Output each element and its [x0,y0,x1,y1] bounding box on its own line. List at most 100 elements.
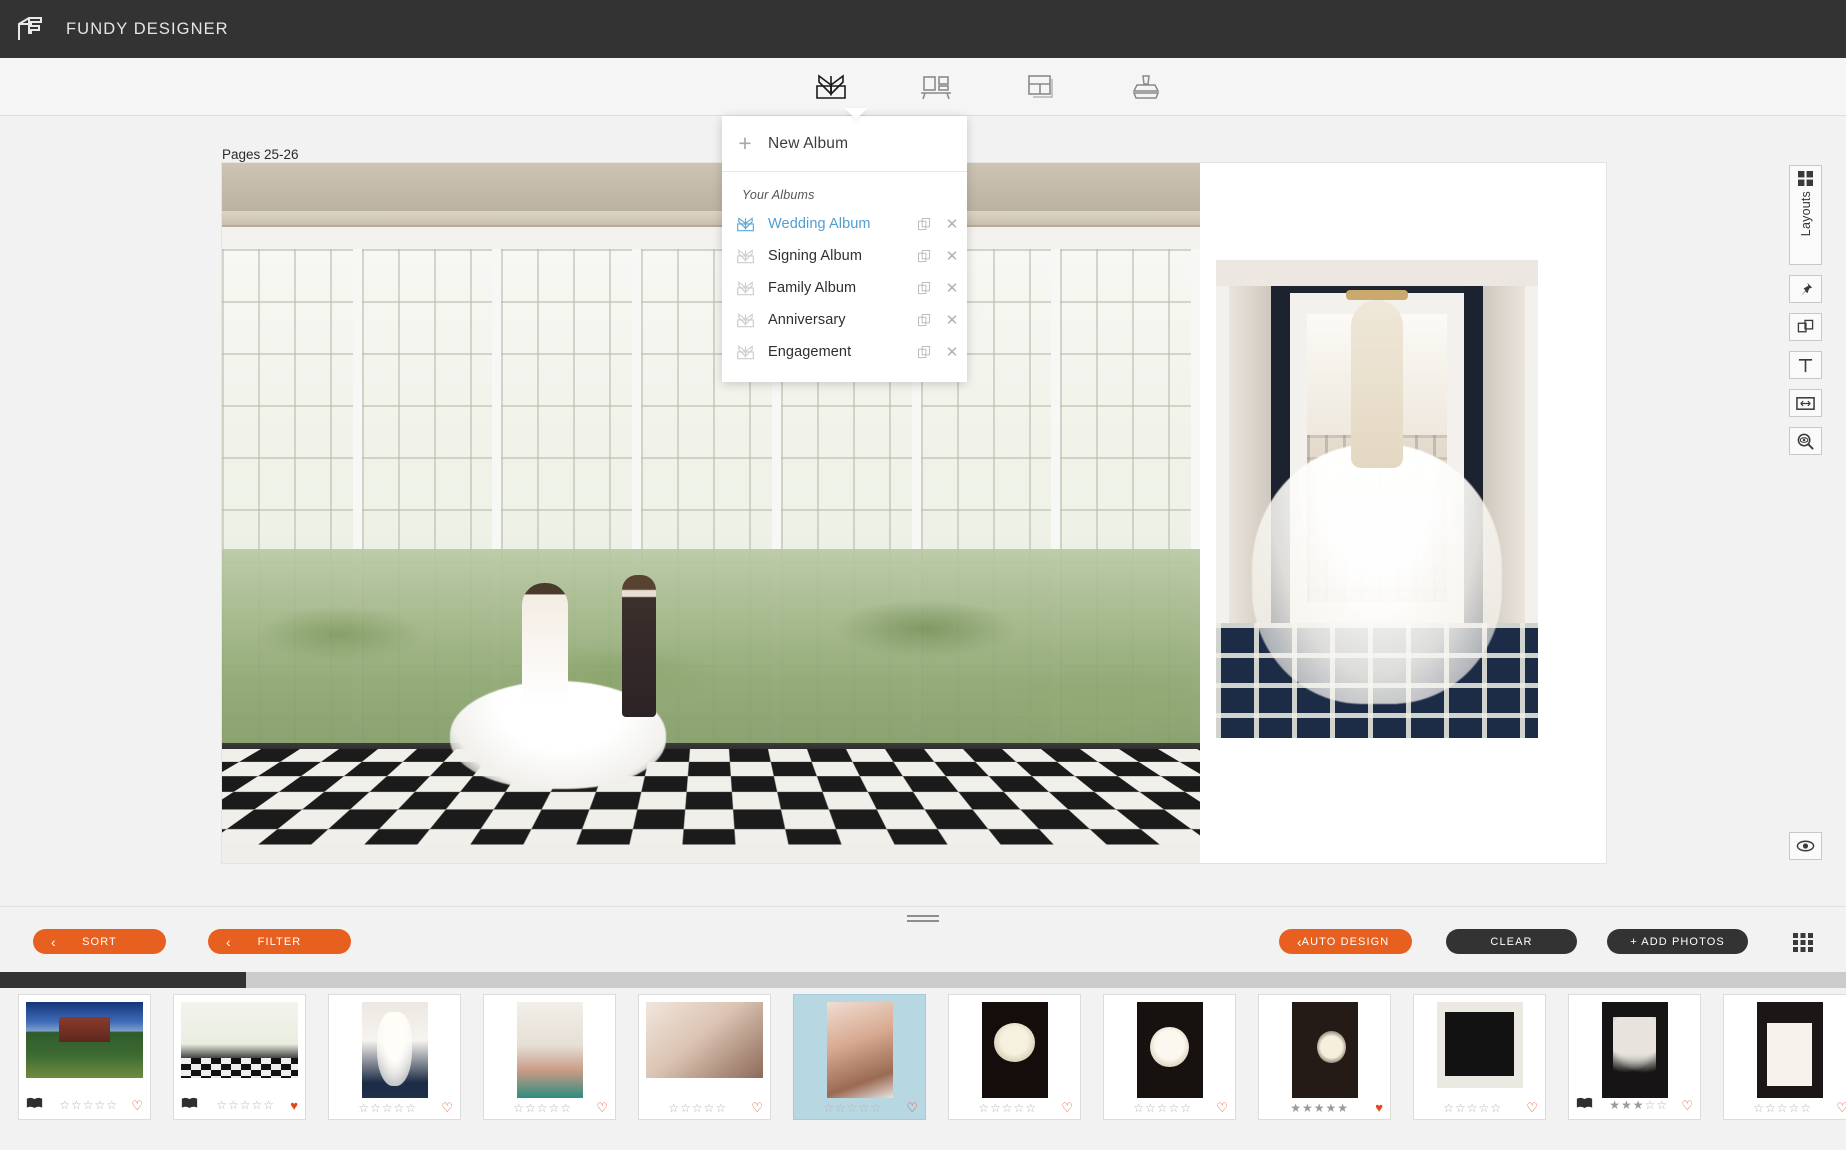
star-rating[interactable]: ☆ ☆ ☆ ☆ ☆ [1111,1102,1213,1114]
star-filled-icon[interactable]: ★ [1326,1102,1337,1114]
layouts-panel-button[interactable]: Layouts [1789,165,1822,265]
star-empty-icon[interactable]: ☆ [252,1099,263,1111]
photo-bride-and-groom-in-sunroom[interactable] [222,163,1200,863]
star-empty-icon[interactable]: ☆ [1025,1102,1036,1114]
heart-empty-icon[interactable]: ♡ [751,1101,763,1114]
sort-button[interactable]: ‹ SORT [33,929,166,954]
star-empty-icon[interactable]: ☆ [1133,1102,1144,1114]
clear-button[interactable]: CLEAR [1446,929,1577,954]
close-icon[interactable]: ✕ [937,343,967,361]
star-rating[interactable]: ☆ ☆ ☆ ☆ ☆ [1421,1102,1523,1114]
thumb-writing[interactable]: ☆ ☆ ☆ ☆ ☆ ♡ [483,994,616,1120]
star-empty-icon[interactable]: ☆ [680,1102,691,1114]
spread-tool[interactable] [1789,389,1822,417]
star-empty-icon[interactable]: ☆ [358,1102,369,1114]
star-empty-icon[interactable]: ☆ [1467,1102,1478,1114]
photo-wedding-dress-hanging-in-window[interactable] [1216,260,1538,738]
star-empty-icon[interactable]: ☆ [1765,1102,1776,1114]
thumb-dress[interactable]: ☆ ☆ ☆ ☆ ☆ ♡ [328,994,461,1120]
pages-tool[interactable] [1016,64,1066,110]
star-empty-icon[interactable]: ☆ [370,1102,381,1114]
album-item-wedding-album[interactable]: Wedding Album ✕ [722,208,967,240]
design-tool[interactable] [911,64,961,110]
heart-empty-icon[interactable]: ♡ [1681,1099,1693,1112]
duplicate-icon[interactable] [911,313,937,327]
star-empty-icon[interactable]: ☆ [405,1102,416,1114]
star-rating[interactable]: ☆ ☆ ☆ ☆ ☆ [1731,1102,1833,1114]
album-item-signing-album[interactable]: Signing Album ✕ [722,240,967,272]
star-empty-icon[interactable]: ☆ [95,1099,106,1111]
star-empty-icon[interactable]: ☆ [1002,1102,1013,1114]
star-empty-icon[interactable]: ☆ [394,1102,405,1114]
star-filled-icon[interactable]: ★ [1337,1102,1348,1114]
star-empty-icon[interactable]: ☆ [823,1102,834,1114]
add-photos-button[interactable]: + ADD PHOTOS [1607,929,1748,954]
star-rating[interactable]: ☆ ☆ ☆ ☆ ☆ [336,1102,438,1114]
star-empty-icon[interactable]: ☆ [83,1099,94,1111]
star-filled-icon[interactable]: ★ [1633,1099,1644,1111]
star-empty-icon[interactable]: ☆ [1455,1102,1466,1114]
star-empty-icon[interactable]: ☆ [1169,1102,1180,1114]
star-empty-icon[interactable]: ☆ [835,1102,846,1114]
star-empty-icon[interactable]: ☆ [870,1102,881,1114]
close-icon[interactable]: ✕ [937,215,967,233]
right-page[interactable] [1200,163,1606,863]
star-rating[interactable]: ☆ ☆ ☆ ☆ ☆ [801,1102,903,1114]
star-rating[interactable]: ☆ ☆ ☆ ☆ ☆ [203,1099,287,1111]
duplicate-icon[interactable] [911,249,937,263]
star-rating[interactable]: ★ ★ ★ ☆ ☆ [1598,1099,1678,1111]
left-page[interactable] [222,163,1200,863]
star-empty-icon[interactable]: ☆ [715,1102,726,1114]
star-empty-icon[interactable]: ☆ [859,1102,870,1114]
star-empty-icon[interactable]: ☆ [1789,1102,1800,1114]
star-empty-icon[interactable]: ☆ [537,1102,548,1114]
star-empty-icon[interactable]: ☆ [59,1099,70,1111]
star-empty-icon[interactable]: ☆ [1656,1099,1667,1111]
thumb-boutonniere[interactable]: ★ ★ ★ ★ ★ ♥ [1258,994,1391,1120]
duplicate-icon[interactable] [911,345,937,359]
star-rating[interactable]: ☆ ☆ ☆ ☆ ☆ [48,1099,128,1111]
star-empty-icon[interactable]: ☆ [382,1102,393,1114]
heart-empty-icon[interactable]: ♡ [906,1101,918,1114]
heart-filled-icon[interactable]: ♥ [1375,1101,1383,1114]
star-empty-icon[interactable]: ☆ [228,1099,239,1111]
album-item-family-album[interactable]: Family Album ✕ [722,272,967,304]
star-empty-icon[interactable]: ☆ [847,1102,858,1114]
close-icon[interactable]: ✕ [937,279,967,297]
star-empty-icon[interactable]: ☆ [240,1099,251,1111]
heart-empty-icon[interactable]: ♡ [1526,1101,1538,1114]
star-empty-icon[interactable]: ☆ [1145,1102,1156,1114]
star-filled-icon[interactable]: ★ [1302,1102,1313,1114]
star-empty-icon[interactable]: ☆ [1800,1102,1811,1114]
star-empty-icon[interactable]: ☆ [668,1102,679,1114]
star-rating[interactable]: ☆ ☆ ☆ ☆ ☆ [956,1102,1058,1114]
star-rating[interactable]: ☆ ☆ ☆ ☆ ☆ [491,1102,593,1114]
star-empty-icon[interactable]: ☆ [71,1099,82,1111]
thumb-sunroom[interactable]: ☆ ☆ ☆ ☆ ☆ ♥ [173,994,306,1120]
star-empty-icon[interactable]: ☆ [216,1099,227,1111]
scrollbar-thumb[interactable] [0,972,246,988]
star-rating[interactable]: ☆ ☆ ☆ ☆ ☆ [646,1102,748,1114]
star-filled-icon[interactable]: ★ [1609,1099,1620,1111]
duplicate-icon[interactable] [911,217,937,231]
heart-empty-icon[interactable]: ♡ [1216,1101,1228,1114]
heart-empty-icon[interactable]: ♡ [131,1099,143,1112]
thumb-rings[interactable]: ☆ ☆ ☆ ☆ ☆ ♡ [1413,994,1546,1120]
auto-design-button[interactable]: ‹ AUTO DESIGN [1279,929,1412,954]
star-filled-icon[interactable]: ★ [1290,1102,1301,1114]
star-empty-icon[interactable]: ☆ [1180,1102,1191,1114]
thumb-invitation[interactable]: ☆ ☆ ☆ ☆ ☆ ♡ [1723,994,1846,1120]
drag-handle-icon[interactable] [907,915,939,924]
star-empty-icon[interactable]: ☆ [1753,1102,1764,1114]
heart-empty-icon[interactable]: ♡ [1061,1101,1073,1114]
thumb-estate[interactable]: ☆ ☆ ☆ ☆ ☆ ♡ [18,994,151,1120]
duplicate-tool[interactable] [1789,313,1822,341]
preview-button[interactable] [1789,832,1822,860]
star-empty-icon[interactable]: ☆ [990,1102,1001,1114]
heart-empty-icon[interactable]: ♡ [596,1101,608,1114]
star-rating[interactable]: ★ ★ ★ ★ ★ [1266,1102,1372,1114]
star-empty-icon[interactable]: ☆ [1443,1102,1454,1114]
proof-tool[interactable] [1121,64,1171,110]
heart-empty-icon[interactable]: ♡ [1836,1101,1846,1114]
star-empty-icon[interactable]: ☆ [513,1102,524,1114]
